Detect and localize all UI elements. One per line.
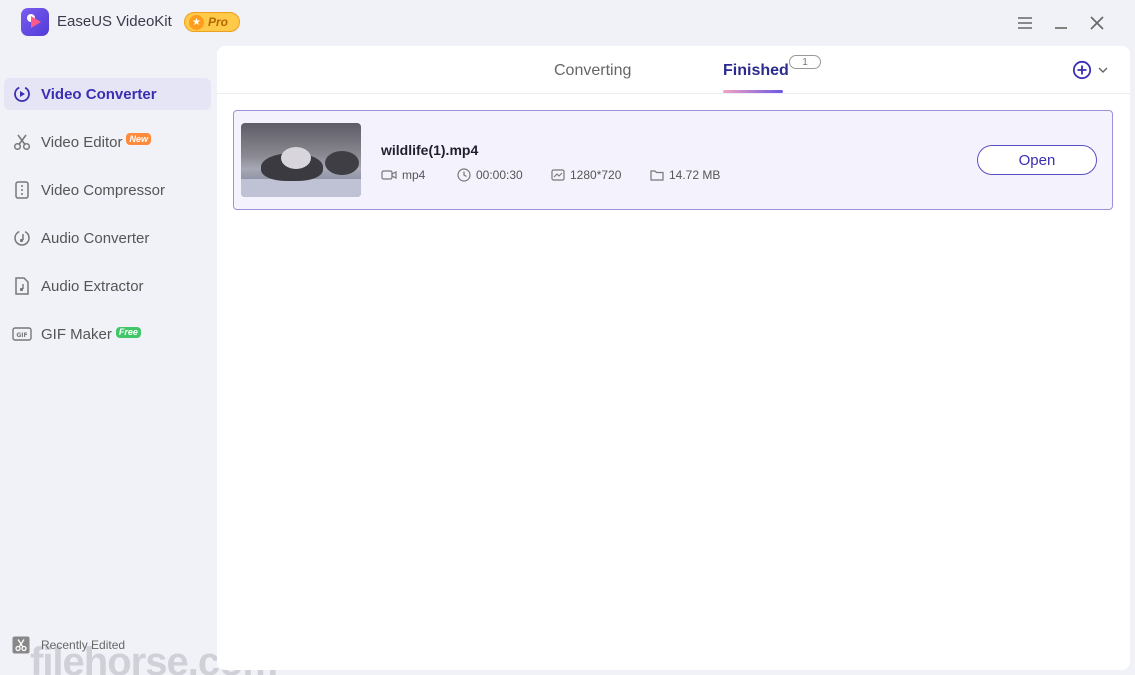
file-format-value: mp4	[402, 168, 426, 182]
resolution-icon	[551, 169, 565, 181]
sidebar-item-video-converter[interactable]: Video Converter	[4, 78, 211, 110]
main-panel: Converting Finished 1 wildlife(1).mp4 mp…	[217, 46, 1130, 670]
folder-icon	[650, 170, 664, 181]
menu-button[interactable]	[1014, 12, 1036, 34]
sidebar-item-audio-converter[interactable]: Audio Converter	[4, 222, 211, 254]
compress-icon	[12, 180, 32, 200]
file-name: wildlife(1).mp4	[381, 142, 479, 158]
sidebar-item-video-editor[interactable]: Video Editor New	[4, 126, 211, 158]
sidebar-item-label: Audio Converter	[41, 229, 150, 247]
recently-edited-label: Recently Edited	[41, 638, 126, 652]
star-icon: ★	[189, 14, 204, 30]
audio-file-icon	[12, 276, 32, 296]
audio-convert-icon	[12, 228, 32, 248]
title-bar: EaseUS VideoKit ★ Pro	[0, 0, 1135, 46]
file-resolution-value: 1280*720	[570, 168, 622, 182]
file-size: 14.72 MB	[650, 168, 720, 182]
file-duration: 00:00:30	[457, 168, 523, 182]
sidebar-item-audio-extractor[interactable]: Audio Extractor	[4, 270, 211, 302]
scissors-icon	[12, 132, 32, 152]
close-icon	[1090, 16, 1104, 30]
file-resolution: 1280*720	[551, 168, 621, 182]
minimize-button[interactable]	[1050, 12, 1072, 34]
add-file-button[interactable]	[1072, 60, 1109, 80]
free-tag: Free	[115, 326, 141, 338]
finished-count-badge: 1	[789, 55, 821, 69]
app-title: EaseUS VideoKit	[57, 13, 172, 30]
sidebar-item-label: Audio Extractor	[41, 277, 144, 295]
file-format: mp4	[381, 168, 425, 182]
sidebar-item-label: Video Converter	[41, 85, 157, 103]
file-card[interactable]: wildlife(1).mp4 mp4 00:00:30 1280*720 14…	[233, 110, 1113, 210]
menu-icon	[1018, 17, 1032, 29]
video-thumbnail	[241, 123, 361, 197]
open-button[interactable]: Open	[977, 145, 1097, 175]
active-tab-indicator	[723, 90, 783, 93]
recently-edited-button[interactable]: Recently Edited	[12, 636, 125, 654]
svg-text:GIF: GIF	[16, 332, 27, 339]
sidebar-item-label: Video Editor	[41, 133, 123, 151]
app-logo-icon	[21, 8, 49, 36]
file-duration-value: 00:00:30	[476, 168, 523, 182]
file-size-value: 14.72 MB	[669, 168, 721, 182]
clock-icon	[457, 168, 471, 182]
convert-icon	[12, 84, 32, 104]
sidebar-item-label: Video Compressor	[41, 181, 165, 199]
sidebar: Video Converter Video Editor New Video C…	[0, 46, 278, 675]
chevron-down-icon	[1098, 67, 1108, 73]
new-tag: New	[126, 133, 151, 145]
pro-badge-label: Pro	[208, 15, 229, 29]
gif-icon: GIF	[12, 324, 32, 344]
sidebar-item-gif-maker[interactable]: GIF GIF Maker Free	[4, 318, 211, 350]
scissors-icon	[12, 636, 30, 654]
add-circle-icon	[1072, 60, 1092, 80]
tab-converting[interactable]: Converting	[554, 62, 631, 80]
sidebar-item-label: GIF Maker	[41, 325, 112, 343]
pro-badge[interactable]: ★ Pro	[184, 12, 240, 32]
close-button[interactable]	[1086, 12, 1108, 34]
minimize-icon	[1055, 27, 1067, 29]
tab-finished[interactable]: Finished	[723, 62, 789, 80]
tab-bar: Converting Finished 1	[217, 46, 1130, 94]
video-camera-icon	[381, 170, 397, 180]
sidebar-item-video-compressor[interactable]: Video Compressor	[4, 174, 211, 206]
